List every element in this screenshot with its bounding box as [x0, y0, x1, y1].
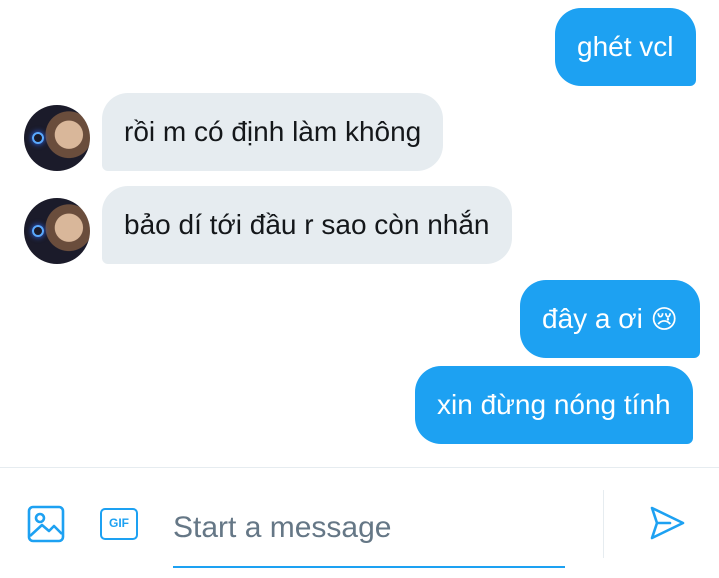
avatar[interactable]	[24, 105, 90, 171]
message-text: ghét vcl	[577, 31, 674, 62]
message-text: đây a ơi	[542, 303, 643, 334]
message-input[interactable]	[173, 504, 563, 552]
message-text: bảo dí tới đầu r sao còn nhắn	[124, 209, 490, 240]
avatar-light-decoration	[32, 132, 44, 144]
outgoing-message-bubble[interactable]: ghét vcl	[555, 8, 696, 86]
message-text: xin đừng nóng tính	[437, 389, 671, 420]
outgoing-message-bubble[interactable]: đây a ơi 😢	[520, 280, 700, 358]
outgoing-message-bubble[interactable]: xin đừng nóng tính	[415, 366, 693, 444]
composer-divider	[603, 490, 604, 558]
crying-face-emoji: 😢	[650, 305, 678, 335]
send-icon[interactable]	[648, 504, 686, 542]
incoming-message-bubble[interactable]: rồi m có định làm không	[102, 93, 444, 171]
incoming-message-bubble[interactable]: bảo dí tới đầu r sao còn nhắn	[102, 186, 512, 264]
message-text: rồi m có định làm không	[124, 116, 422, 147]
avatar[interactable]	[24, 198, 90, 264]
gif-button[interactable]: GIF	[100, 508, 138, 540]
image-icon[interactable]	[27, 505, 65, 543]
message-composer: GIF	[0, 467, 719, 578]
gif-label: GIF	[109, 516, 129, 530]
input-focus-underline	[173, 566, 565, 568]
avatar-light-decoration	[32, 225, 44, 237]
